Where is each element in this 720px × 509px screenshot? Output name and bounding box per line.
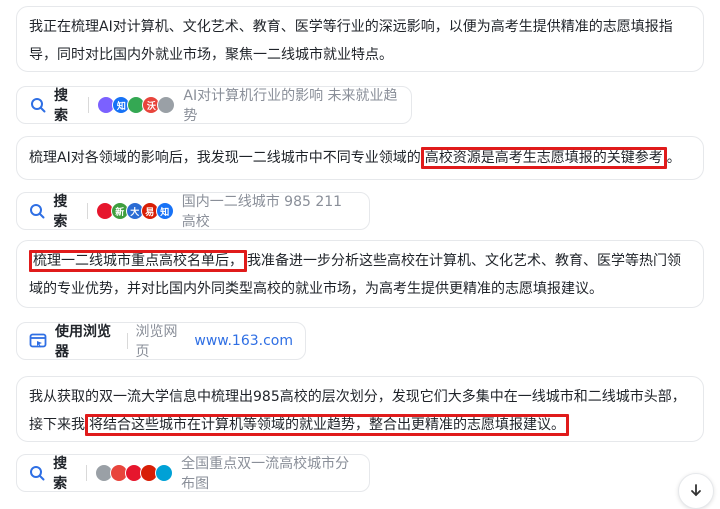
browser-label: 使用浏览器 — [55, 324, 111, 360]
source-favicon — [155, 464, 174, 482]
browser-url-link[interactable]: www.163.com — [194, 333, 293, 349]
source-favicons: 新 大 易 知 — [95, 202, 174, 220]
search-icon — [29, 202, 45, 220]
source-favicons — [95, 464, 174, 482]
thinking-block-3: 梳理一二线城市重点高校名单后， 我准备进一步分析这些高校在计算机、文化艺术、教育、… — [16, 240, 704, 308]
highlight-box: 高校资源是高考生志愿填报的关键参考 — [420, 147, 667, 169]
search-chip-1[interactable]: 搜索 知 沃 AI对计算机行业的影响 未来就业趋势 — [16, 86, 412, 124]
arrow-down-icon — [689, 482, 703, 501]
search-label: 搜索 — [54, 88, 69, 124]
search-chip-2[interactable]: 搜索 新 大 易 知 国内一二线城市 985 211 高校 — [16, 192, 370, 230]
highlight-box: 梳理一二线城市重点高校名单后， — [29, 250, 247, 272]
divider — [86, 203, 88, 219]
thinking-text: 我正在梳理AI对计算机、文化艺术、教育、医学等行业的深远影响，以便为高考生提供精… — [29, 19, 673, 63]
divider — [86, 465, 88, 481]
search-label: 搜索 — [53, 456, 68, 492]
browser-action: 浏览网页 — [135, 324, 178, 360]
thinking-text: 梳理AI对各领域的影响后，我发现一二线城市中不同专业领域的 — [29, 150, 421, 166]
browser-chip[interactable]: 使用浏览器 浏览网页 www.163.com — [16, 322, 306, 360]
search-query: 国内一二线城市 985 211 高校 — [181, 194, 343, 230]
search-icon — [29, 96, 46, 114]
search-icon — [29, 464, 45, 482]
search-label: 搜索 — [53, 194, 68, 230]
thinking-text-end: 。 — [666, 150, 681, 166]
divider — [88, 97, 90, 113]
highlight-box: 将结合这些城市在计算机等领域的就业趋势，整合出更精准的志愿填报建议。 — [85, 414, 569, 436]
scroll-down-button[interactable] — [678, 473, 714, 509]
thinking-block-2: 梳理AI对各领域的影响后，我发现一二线城市中不同专业领域的 高校资源是高考生志愿填… — [16, 136, 704, 180]
search-query: AI对计算机行业的影响 未来就业趋势 — [183, 88, 398, 124]
search-query: 全国重点双一流高校城市分布图 — [181, 456, 350, 492]
thinking-block-1: 我正在梳理AI对计算机、文化艺术、教育、医学等行业的深远影响，以便为高考生提供精… — [16, 6, 704, 72]
browser-icon — [29, 332, 47, 350]
source-favicons: 知 沃 — [97, 96, 176, 114]
source-favicon: 知 — [155, 202, 174, 220]
source-favicon — [157, 96, 176, 114]
search-chip-3[interactable]: 搜索 全国重点双一流高校城市分布图 — [16, 454, 370, 492]
divider — [126, 333, 128, 349]
thinking-block-4: 我从获取的双一流大学信息中梳理出985高校的层次划分，发现它们大多集中在一线城市… — [16, 376, 704, 442]
